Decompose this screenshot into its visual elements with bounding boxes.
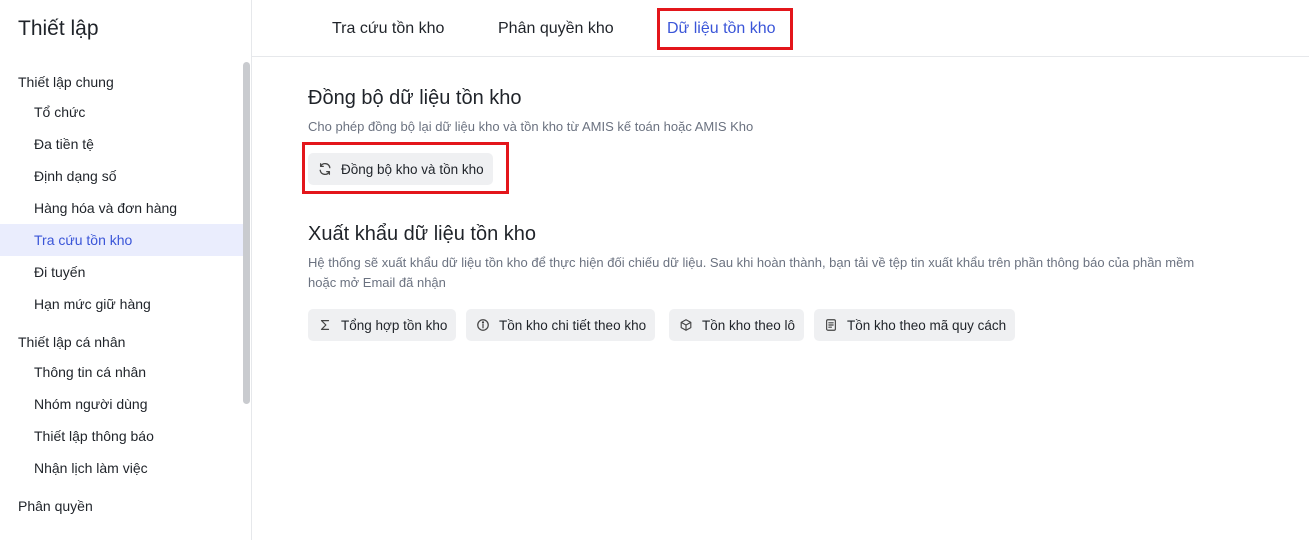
sync-inventory-button[interactable]: Đồng bộ kho và tồn kho: [308, 153, 493, 185]
sidebar-item-inventory-lookup[interactable]: Tra cứu tồn kho: [0, 224, 243, 256]
sigma-icon: [317, 317, 333, 333]
sync-inventory-button-label: Đồng bộ kho và tồn kho: [341, 161, 484, 177]
sync-section-title: Đồng bộ dữ liệu tồn kho: [308, 87, 522, 109]
nav-group-permissions[interactable]: Phân quyền: [0, 488, 243, 520]
sidebar-title: Thiết lập: [18, 17, 99, 40]
sidebar-scrollbar[interactable]: [243, 62, 250, 404]
sidebar-item-work-calendar[interactable]: Nhận lịch làm việc: [0, 452, 243, 484]
export-section-description-line1: Hệ thống sẽ xuất khẩu dữ liệu tồn kho để…: [308, 255, 1195, 270]
export-section-title: Xuất khẩu dữ liệu tồn kho: [308, 223, 536, 245]
nav-group-general[interactable]: Thiết lập chung: [0, 64, 243, 96]
tab-inventory-lookup[interactable]: Tra cứu tồn kho: [332, 0, 444, 57]
settings-sidebar: Thiết lập Thiết lập chung Tổ chức Đa tiề…: [0, 0, 252, 540]
export-detail-by-warehouse-button[interactable]: Tồn kho chi tiết theo kho: [466, 309, 656, 341]
sidebar-item-routing[interactable]: Đi tuyến: [0, 256, 243, 288]
sidebar-item-notification-settings[interactable]: Thiết lập thông báo: [0, 420, 243, 452]
export-by-spec-code-button-label: Tồn kho theo mã quy cách: [847, 317, 1007, 333]
box-icon: [678, 317, 694, 333]
export-section-description-line2: hoặc mở Email đã nhận: [308, 275, 446, 290]
sidebar-item-multi-currency[interactable]: Đa tiền tệ: [0, 128, 243, 160]
sidebar-item-number-format[interactable]: Định dạng số: [0, 160, 243, 192]
settings-nav: Thiết lập chung Tổ chức Đa tiền tệ Định …: [0, 64, 243, 520]
tab-warehouse-permissions[interactable]: Phân quyền kho: [498, 0, 614, 57]
sync-section-description: Cho phép đồng bộ lại dữ liệu kho và tồn …: [308, 119, 754, 134]
export-detail-by-warehouse-button-label: Tồn kho chi tiết theo kho: [499, 317, 647, 333]
export-summary-button[interactable]: Tổng hợp tồn kho: [308, 309, 457, 341]
sidebar-item-goods-orders[interactable]: Hàng hóa và đơn hàng: [0, 192, 243, 224]
export-summary-button-label: Tổng hợp tồn kho: [341, 317, 448, 333]
sidebar-item-personal-info[interactable]: Thông tin cá nhân: [0, 356, 243, 388]
export-by-spec-code-button[interactable]: Tồn kho theo mã quy cách: [814, 309, 1016, 341]
sidebar-item-organization[interactable]: Tổ chức: [0, 96, 243, 128]
tab-inventory-data[interactable]: Dữ liệu tồn kho: [667, 0, 776, 57]
export-by-lot-button[interactable]: Tồn kho theo lô: [669, 309, 805, 341]
info-icon: [475, 317, 491, 333]
document-icon: [823, 317, 839, 333]
refresh-icon: [317, 161, 333, 177]
sidebar-item-hold-limit[interactable]: Hạn mức giữ hàng: [0, 288, 243, 320]
export-by-lot-button-label: Tồn kho theo lô: [702, 317, 796, 333]
tab-bar: Tra cứu tồn kho Phân quyền kho Dữ liệu t…: [252, 0, 1309, 57]
sidebar-item-user-groups[interactable]: Nhóm người dùng: [0, 388, 243, 420]
nav-group-personal[interactable]: Thiết lập cá nhân: [0, 324, 243, 356]
